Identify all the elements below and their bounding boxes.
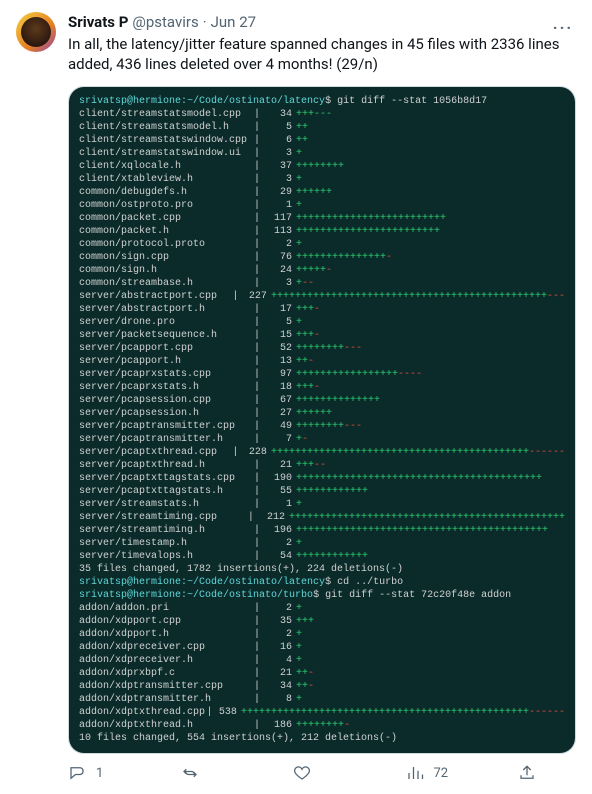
share-icon <box>518 764 536 782</box>
views-button[interactable]: 72 <box>406 764 456 782</box>
more-button[interactable]: ··· <box>546 10 580 44</box>
reply-count: 1 <box>96 766 103 781</box>
user-handle[interactable]: @pstavirs <box>132 12 198 32</box>
tweet-header: Srivats P @pstavirs · Jun 27 In all, the… <box>16 12 576 782</box>
tweet-text: In all, the latency/jitter feature spann… <box>68 34 576 74</box>
view-count: 72 <box>434 766 449 781</box>
retweet-button[interactable] <box>181 764 231 782</box>
views-icon <box>406 764 424 782</box>
display-name[interactable]: Srivats P <box>68 12 128 32</box>
heart-icon <box>293 764 311 782</box>
terminal-screenshot: srivatsp@hermione:~/Code/ostinato/latenc… <box>69 87 575 753</box>
tweet-media[interactable]: srivatsp@hermione:~/Code/ostinato/latenc… <box>68 86 576 754</box>
tweet-container: ··· Srivats P @pstavirs · Jun 27 In all,… <box>0 0 592 794</box>
share-button[interactable] <box>518 764 568 782</box>
dot-separator: · <box>203 12 207 32</box>
retweet-icon <box>181 764 199 782</box>
tweet-date[interactable]: Jun 27 <box>211 12 256 32</box>
reply-button[interactable]: 1 <box>68 764 118 782</box>
avatar[interactable] <box>16 12 56 52</box>
like-button[interactable] <box>293 764 343 782</box>
tweet-content: Srivats P @pstavirs · Jun 27 In all, the… <box>68 12 576 782</box>
reply-icon <box>68 764 86 782</box>
user-line: Srivats P @pstavirs · Jun 27 <box>68 12 576 32</box>
action-bar: 1 72 <box>68 764 576 782</box>
